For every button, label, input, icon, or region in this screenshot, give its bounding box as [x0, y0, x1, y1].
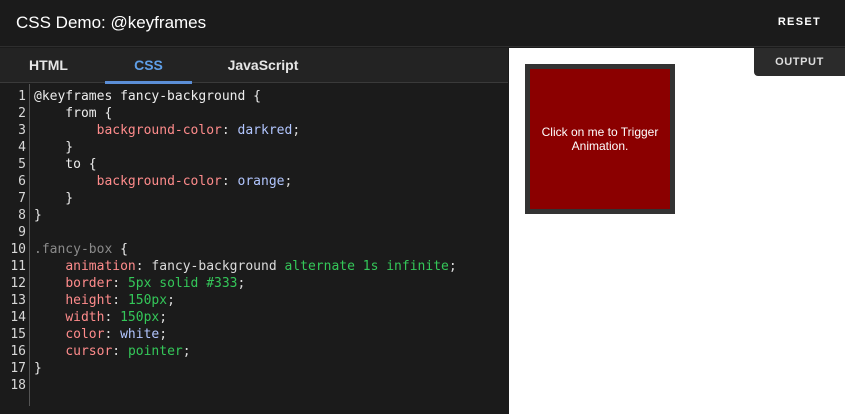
code-token: } — [34, 140, 74, 155]
code-token: } — [34, 191, 74, 206]
code-text: } — [34, 139, 73, 156]
line-number: 3 — [18, 123, 26, 138]
line-number: 5 — [18, 157, 26, 172]
line-number: 6 — [18, 174, 26, 189]
line-number: 12 — [10, 276, 26, 291]
code-token: : — [104, 327, 121, 342]
code-token: border — [65, 276, 113, 291]
line-number: 8 — [18, 208, 26, 223]
code-token: background-color — [96, 123, 222, 138]
code-token: orange — [237, 174, 285, 189]
code-text: color: white; — [34, 326, 167, 343]
code-token: { — [112, 242, 128, 257]
code-token: height — [65, 293, 113, 308]
code-text: animation: fancy-background alternate 1s… — [34, 258, 457, 275]
code-token: ; — [167, 293, 175, 308]
code-token: ; — [448, 259, 457, 274]
code-token: : — [112, 276, 128, 291]
code-text: @keyframes fancy-background { — [34, 88, 261, 105]
output-panel: OUTPUT Click on me to Trigger Animation. — [509, 48, 845, 414]
code-token: alternate 1s infinite — [284, 259, 449, 274]
line-number: 18 — [10, 378, 26, 393]
code-token: to { — [34, 157, 97, 172]
line-number: 10 — [10, 242, 26, 257]
code-text: background-color: orange; — [34, 173, 293, 190]
code-text: height: 150px; — [34, 292, 175, 309]
code-token: darkred — [237, 123, 293, 138]
line-number: 11 — [10, 259, 26, 274]
code-token: .fancy-box — [34, 242, 113, 257]
code-text: border: 5px solid #333; — [34, 275, 245, 292]
code-editor[interactable]: 1 @keyframes fancy-background {2 from {3 … — [0, 84, 508, 414]
tab-javascript[interactable]: JavaScript — [212, 48, 314, 83]
code-token: 150px — [120, 310, 160, 325]
tab-html[interactable]: HTML — [0, 48, 97, 83]
code-text: background-color: darkred; — [34, 122, 301, 139]
output-tab: OUTPUT — [754, 48, 845, 76]
line-number: 1 — [18, 89, 26, 104]
code-token: white — [120, 327, 160, 342]
code-token: : — [112, 344, 128, 359]
code-token: } — [34, 208, 42, 223]
code-token: ; — [292, 123, 301, 138]
code-text: cursor: pointer; — [34, 343, 191, 360]
code-token: from { — [34, 106, 113, 121]
code-token: ; — [159, 310, 168, 325]
line-number: 4 — [18, 140, 26, 155]
code-token: animation — [65, 259, 136, 274]
code-token: background-color — [96, 174, 222, 189]
reset-button[interactable]: RESET — [778, 16, 821, 28]
code-token: @keyframes fancy-background { — [34, 89, 261, 104]
code-token: ; — [182, 344, 191, 359]
code-token: ; — [237, 276, 246, 291]
page-title: CSS Demo: @keyframes — [16, 13, 207, 32]
line-number: 15 — [10, 327, 26, 342]
fancy-box[interactable]: Click on me to Trigger Animation. — [525, 64, 675, 214]
code-text: from { — [34, 105, 112, 122]
code-text: .fancy-box { — [34, 241, 128, 258]
code-token: ; — [284, 174, 293, 189]
code-token: : — [104, 310, 121, 325]
code-token: : — [112, 293, 128, 308]
code-token: 150px — [127, 293, 168, 308]
code-text: } — [34, 207, 42, 224]
line-number: 14 — [10, 310, 26, 325]
line-number: 17 — [10, 361, 26, 376]
code-token: ; — [159, 327, 168, 342]
code-text: } — [34, 190, 73, 207]
code-token: pointer — [127, 344, 183, 359]
line-number: 16 — [10, 344, 26, 359]
code-text: to { — [34, 156, 97, 173]
code-text: width: 150px; — [34, 309, 167, 326]
code-token: : fancy-background — [135, 259, 285, 274]
top-bar: CSS Demo: @keyframes RESET — [0, 0, 845, 47]
code-text: } — [34, 360, 42, 377]
code-token: cursor — [65, 344, 113, 359]
code-token: color — [65, 327, 105, 342]
code-token: : — [221, 123, 238, 138]
tab-css[interactable]: CSS — [105, 48, 192, 84]
line-number: 7 — [18, 191, 26, 206]
line-number: 9 — [18, 225, 26, 240]
code-token: 5px solid #333 — [127, 276, 238, 291]
line-number: 13 — [10, 293, 26, 308]
code-token: } — [34, 361, 42, 376]
editor-panel: HTML CSS JavaScript 1 @keyframes fancy-ba… — [0, 48, 509, 414]
editor-tabs: HTML CSS JavaScript — [0, 48, 508, 84]
code-token: width — [65, 310, 105, 325]
code-token: : — [221, 174, 238, 189]
line-number: 2 — [18, 106, 26, 121]
